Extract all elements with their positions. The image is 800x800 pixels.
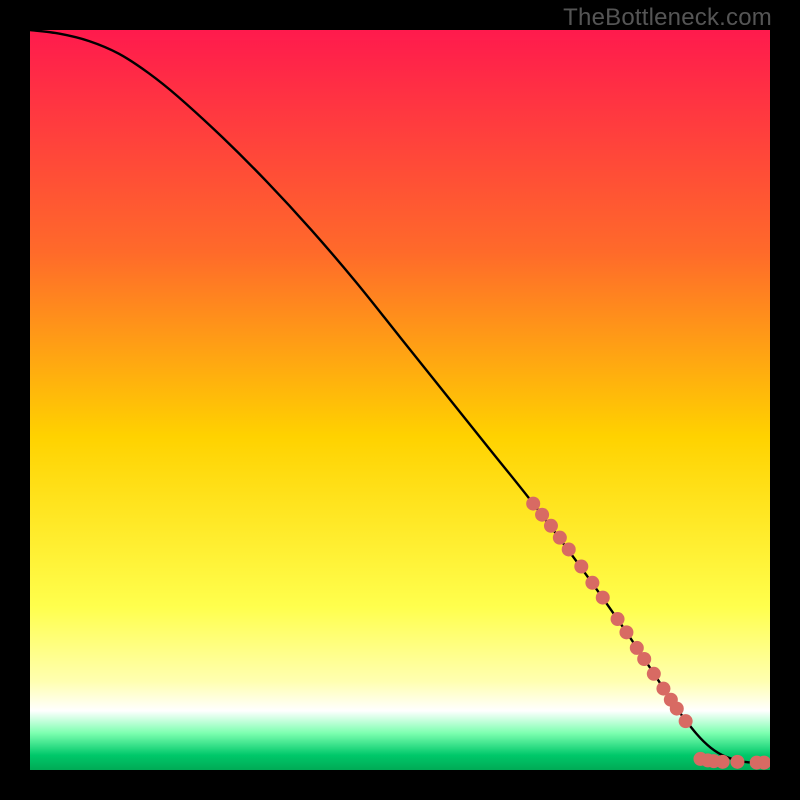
- watermark-text: TheBottleneck.com: [563, 4, 772, 32]
- plot-area: [30, 30, 770, 770]
- data-marker: [716, 755, 730, 769]
- marker-group: [526, 497, 770, 770]
- data-marker: [670, 702, 684, 716]
- data-marker: [585, 576, 599, 590]
- data-marker: [596, 591, 610, 605]
- data-marker: [730, 755, 744, 769]
- chart-frame: TheBottleneck.com: [0, 0, 800, 800]
- data-marker: [619, 625, 633, 639]
- data-marker: [526, 497, 540, 511]
- data-marker: [535, 508, 549, 522]
- data-marker: [544, 519, 558, 533]
- main-curve: [30, 30, 770, 763]
- curve-layer: [30, 30, 770, 770]
- data-marker: [574, 560, 588, 574]
- data-marker: [679, 714, 693, 728]
- data-marker: [562, 542, 576, 556]
- data-marker: [637, 652, 651, 666]
- data-marker: [553, 531, 567, 545]
- data-marker: [611, 612, 625, 626]
- data-marker: [647, 667, 661, 681]
